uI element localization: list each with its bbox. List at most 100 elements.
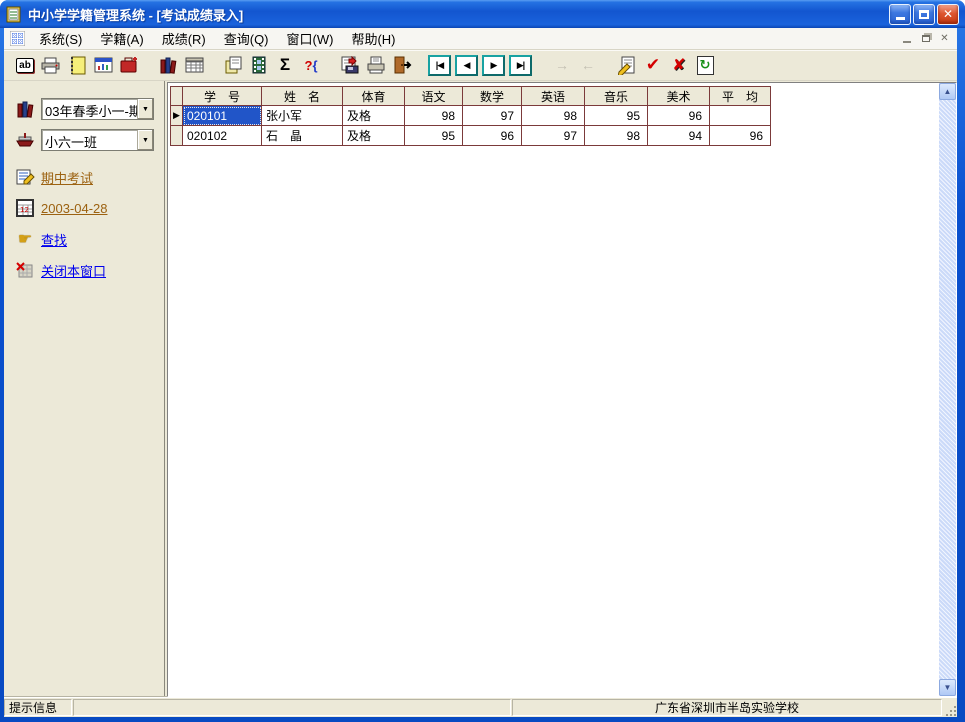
class-select[interactable]: 小六一班 ▼: [41, 129, 154, 151]
exit-window-button[interactable]: [389, 53, 415, 77]
maximize-button[interactable]: [913, 4, 935, 25]
revert-record-button-disabled[interactable]: ←: [575, 53, 601, 77]
cell-pe[interactable]: 及格: [343, 106, 405, 126]
nav-first-button[interactable]: |◀: [428, 55, 451, 76]
edit-record-button[interactable]: [614, 53, 640, 77]
cell-chinese[interactable]: 98: [405, 106, 463, 126]
mdi-restore-icon: [922, 35, 930, 42]
table-icon: [185, 57, 204, 73]
first-aid-button[interactable]: [116, 53, 142, 77]
cell-english[interactable]: 97: [522, 126, 585, 146]
sigma-icon: Σ: [280, 55, 290, 75]
scroll-up-button[interactable]: ▲: [939, 83, 956, 100]
query-icon: ?{: [304, 58, 317, 73]
save-button[interactable]: [337, 53, 363, 77]
vertical-scrollbar[interactable]: ▲ ▼: [939, 83, 956, 696]
cell-english[interactable]: 98: [522, 106, 585, 126]
resize-grip[interactable]: [943, 698, 957, 717]
label-edit-button[interactable]: ab: [12, 53, 38, 77]
scroll-up-icon: ▲: [944, 87, 952, 96]
chart-window-icon: [94, 57, 113, 73]
cell-math[interactable]: 97: [463, 106, 522, 126]
mdi-close-button[interactable]: ✕: [936, 31, 953, 46]
insert-record-button-disabled[interactable]: →: [549, 53, 575, 77]
close-window-link[interactable]: 关闭本窗口: [41, 261, 106, 280]
close-button[interactable]: ✕: [937, 4, 959, 25]
sidebar: 03年春季小一-期 ▼ 小六一班 ▼: [4, 81, 164, 697]
menu-window[interactable]: 窗口(W): [278, 28, 343, 50]
status-bar: 提示信息 广东省深圳市半岛实验学校: [4, 697, 957, 717]
cell-pe[interactable]: 及格: [343, 126, 405, 146]
menu-system[interactable]: 系统(S): [30, 28, 91, 50]
boat-icon: [14, 130, 36, 150]
toolbar: ab: [4, 50, 957, 81]
scroll-down-button[interactable]: ▼: [939, 679, 956, 696]
edit-note-icon: [618, 56, 636, 75]
semester-select[interactable]: 03年春季小一-期 ▼: [41, 98, 154, 120]
pointing-hand-icon: ☛: [14, 229, 36, 249]
notebook-button[interactable]: [64, 53, 90, 77]
confirm-button[interactable]: ✔: [640, 53, 666, 77]
cell-name[interactable]: 石 晶: [262, 126, 343, 146]
menu-student-status[interactable]: 学籍(A): [91, 28, 152, 50]
cell-student-id[interactable]: 020101: [183, 106, 262, 126]
cell-art[interactable]: 96: [648, 106, 710, 126]
nav-next-button[interactable]: ▶: [482, 55, 505, 76]
sum-button[interactable]: Σ: [272, 53, 298, 77]
conditional-query-button[interactable]: ?{: [298, 53, 324, 77]
books-stats-button[interactable]: [155, 53, 181, 77]
media-button[interactable]: [246, 53, 272, 77]
print-button[interactable]: [38, 53, 64, 77]
mdi-close-icon: ✕: [940, 33, 948, 44]
class-row: 小六一班 ▼: [14, 129, 164, 151]
cancel-button[interactable]: ✘: [666, 53, 692, 77]
midterm-exam-link[interactable]: 期中考试: [41, 168, 93, 187]
refresh-button[interactable]: ↻: [692, 53, 718, 77]
indicator-header: [171, 87, 183, 106]
cell-average[interactable]: [710, 106, 771, 126]
close-grid-icon: [14, 260, 36, 280]
first-aid-icon: [120, 57, 138, 73]
resize-grip-icon: [945, 705, 957, 717]
cancel-x-icon: ✘: [672, 55, 685, 75]
print-form-button[interactable]: [363, 53, 389, 77]
ab-label-icon: ab: [16, 58, 34, 73]
cell-math[interactable]: 96: [463, 126, 522, 146]
menu-query[interactable]: 查询(Q): [215, 28, 278, 50]
minimize-icon: [896, 17, 905, 20]
semester-value: 03年春季小一-期: [42, 99, 137, 119]
cell-name[interactable]: 张小军: [262, 106, 343, 126]
status-hint-panel: 提示信息: [4, 699, 72, 716]
maximize-icon: [919, 10, 929, 19]
nav-prev-button[interactable]: ◀: [455, 55, 478, 76]
svg-text:12: 12: [20, 206, 29, 214]
cell-music[interactable]: 98: [585, 126, 648, 146]
app-icon: [6, 6, 23, 23]
cell-music[interactable]: 95: [585, 106, 648, 126]
menu-help[interactable]: 帮助(H): [342, 28, 404, 50]
cell-art[interactable]: 94: [648, 126, 710, 146]
score-grid: 学 号 姓 名 体育 语文 数学 英语 音乐 美术 平 均 ▶ 020101 张…: [170, 86, 771, 146]
col-pe: 体育: [343, 87, 405, 106]
cell-average[interactable]: 96: [710, 126, 771, 146]
menu-scores[interactable]: 成绩(R): [153, 28, 215, 50]
chart-window-button[interactable]: [90, 53, 116, 77]
nav-last-button[interactable]: ▶|: [509, 55, 532, 76]
table-view-button[interactable]: [181, 53, 207, 77]
mdi-minimize-button[interactable]: [898, 31, 915, 46]
cell-chinese[interactable]: 95: [405, 126, 463, 146]
copy-record-button[interactable]: [220, 53, 246, 77]
exam-date-link[interactable]: 2003-04-28: [41, 201, 108, 216]
minimize-button[interactable]: [889, 4, 911, 25]
col-average: 平 均: [710, 87, 771, 106]
semester-dropdown-button[interactable]: ▼: [137, 99, 153, 119]
check-icon: ✔: [646, 55, 660, 75]
find-link[interactable]: 查找: [41, 230, 67, 249]
class-dropdown-button[interactable]: ▼: [137, 130, 153, 150]
cell-student-id[interactable]: 020102: [183, 126, 262, 146]
mdi-restore-button[interactable]: [917, 31, 934, 46]
window-title: 中小学学籍管理系统 - [考试成绩录入]: [28, 5, 887, 24]
save-disk-icon: [341, 56, 359, 74]
grid-panel: 学 号 姓 名 体育 语文 数学 英语 音乐 美术 平 均 ▶ 020101 张…: [167, 82, 957, 697]
status-school-panel: 广东省深圳市半岛实验学校: [512, 699, 942, 716]
